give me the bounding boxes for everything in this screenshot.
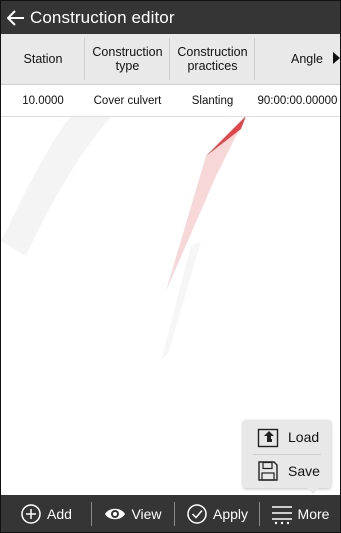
scroll-right-icon[interactable] [333,52,340,64]
menu-item-label: Load [288,429,320,445]
table-row[interactable]: 10.0000 Cover culvert Slanting 90:00:00.… [1,85,340,117]
add-label: Add [47,505,72,522]
column-header-construction-practices[interactable]: Construction practices [170,34,255,84]
apply-button[interactable]: Apply [175,495,259,532]
check-circle-icon [187,503,207,524]
add-button[interactable]: Add [1,495,91,532]
column-header-angle[interactable]: Angle [255,34,340,84]
cell-angle: 90:00:00.00000 [257,94,338,107]
menu-item-load[interactable]: Load [243,420,331,454]
page-title: Construction editor [30,7,175,27]
plus-circle-icon [21,503,41,524]
cell-station: 10.0000 [22,94,64,107]
table-header: Station Construction type Construction p… [1,34,340,85]
menu-item-label: Save [288,463,320,479]
more-button[interactable]: More [260,495,340,532]
more-popup-menu: Load Save [243,420,331,488]
eye-icon [105,508,126,519]
load-icon [257,428,279,448]
more-label: More [297,505,330,522]
menu-item-save[interactable]: Save [243,454,331,488]
bottom-toolbar: Add View Apply More [1,495,340,532]
cell-construction-type: Cover culvert [93,94,162,107]
title-bar: Construction editor [1,1,340,34]
menu-more-icon [271,505,292,524]
column-header-construction-type[interactable]: Construction type [85,34,170,84]
app-frame: Construction editor Station Construction… [0,0,341,533]
arrow-left-icon[interactable] [5,7,27,29]
popup-caret [307,488,319,494]
save-icon [258,461,278,481]
view-button[interactable]: View [92,495,174,532]
cell-construction-practices: Slanting [191,94,234,107]
view-label: View [131,505,162,522]
column-header-station[interactable]: Station [1,34,85,84]
apply-label: Apply [212,505,249,522]
